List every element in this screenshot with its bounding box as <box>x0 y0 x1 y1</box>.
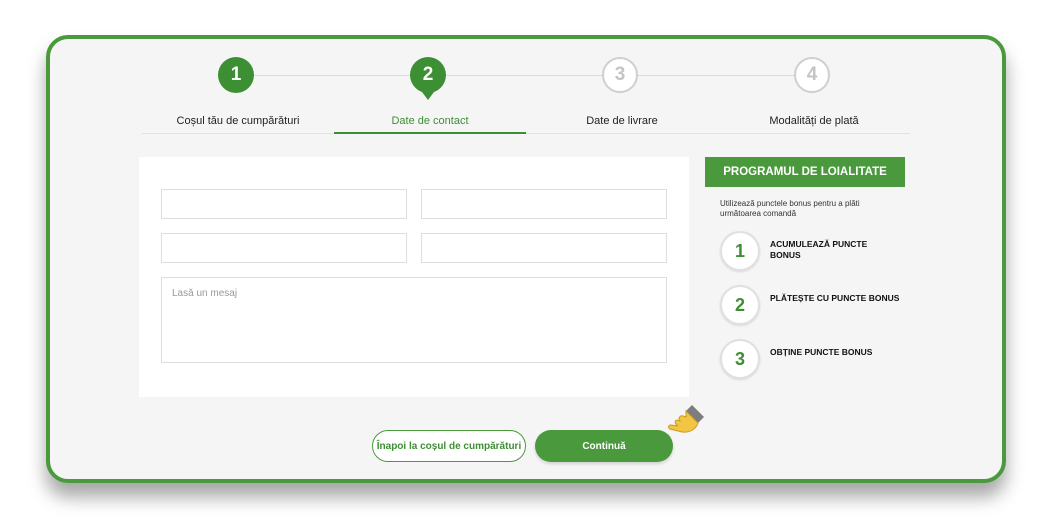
message-placeholder: Lasă un mesaj <box>172 288 238 299</box>
contact-field-2[interactable] <box>421 189 667 219</box>
step-label: Coșul tău de cumpărături <box>176 115 300 127</box>
back-to-cart-button[interactable]: Înapoi la coșul de cumpărături <box>372 430 526 462</box>
step-number-circle: 1 <box>218 57 254 93</box>
hand-pointer-icon <box>668 405 704 433</box>
step-number: 4 <box>806 64 818 85</box>
loyalty-step-text: PLĂTEȘTE CU PUNCTE BONUS <box>770 293 900 303</box>
step-underline <box>526 133 718 134</box>
step-number: 3 <box>614 64 626 85</box>
continue-button[interactable]: Continuă <box>535 430 673 462</box>
current-step-pointer <box>422 92 434 100</box>
stepper-track <box>238 75 814 76</box>
loyalty-step-1: 1 ACUMULEAZĂ PUNCTE BONUS <box>720 231 910 275</box>
loyalty-step-2: 2 PLĂTEȘTE CU PUNCTE BONUS <box>720 285 910 329</box>
step-label: Modalități de plată <box>769 115 859 127</box>
loyalty-step-number: 2 <box>720 285 760 325</box>
step-underline <box>142 133 334 134</box>
step-number-circle: 4 <box>794 57 830 93</box>
loyalty-step-text: ACUMULEAZĂ PUNCTE BONUS <box>770 239 868 260</box>
step-number: 1 <box>230 64 242 85</box>
loyalty-step-3: 3 OBȚINE PUNCTE BONUS <box>720 339 910 383</box>
checkout-frame: 1 Coșul tău de cumpărături 2 Date de con… <box>46 35 1006 483</box>
loyalty-title: PROGRAMUL DE LOIALITATE <box>705 157 905 187</box>
checkout-stepper: 1 Coșul tău de cumpărături 2 Date de con… <box>142 39 910 139</box>
loyalty-step-number: 3 <box>720 339 760 379</box>
message-textarea[interactable]: Lasă un mesaj <box>161 277 667 363</box>
contact-form-card: Lasă un mesaj <box>139 157 689 397</box>
contact-field-4[interactable] <box>421 233 667 263</box>
loyalty-step-text: OBȚINE PUNCTE BONUS <box>770 347 873 357</box>
step-underline-active <box>334 132 526 134</box>
step-number: 2 <box>422 64 434 85</box>
step-number-circle: 3 <box>602 57 638 93</box>
contact-field-1[interactable] <box>161 189 407 219</box>
step-label: Date de contact <box>391 115 469 127</box>
step-underline <box>718 133 910 134</box>
step-number-circle: 2 <box>410 57 446 100</box>
step-label: Date de livrare <box>586 115 658 127</box>
loyalty-description: Utilizează punctele bonus pentru a plăti… <box>720 199 860 218</box>
contact-field-3[interactable] <box>161 233 407 263</box>
loyalty-step-number: 1 <box>720 231 760 271</box>
